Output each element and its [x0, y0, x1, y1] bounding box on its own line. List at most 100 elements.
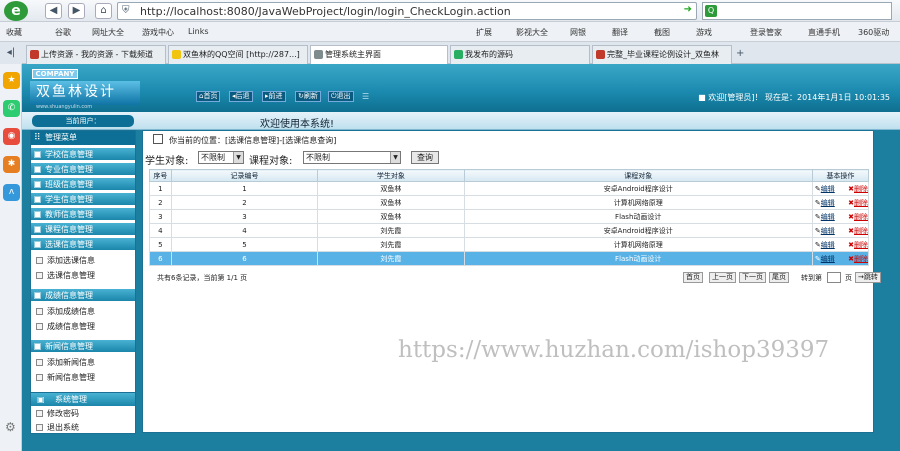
app-header: COMPANY 双鱼林设计 www.shuangyulin.com ⌂首页 ◂后… — [22, 64, 900, 112]
forward-icon[interactable]: ▶ — [68, 3, 85, 19]
forward-button[interactable]: ▸前进 — [262, 91, 286, 102]
menu-section-score[interactable]: 成绩信息管理 — [31, 289, 135, 302]
row-actions: ✎编辑 ✖删除 — [811, 209, 870, 224]
menu-section-system[interactable]: ▣ 系统管理 — [31, 393, 135, 406]
menu-section-label: 教师信息管理 — [45, 210, 93, 219]
game-icon[interactable]: ✱ — [3, 156, 20, 173]
refresh-button[interactable]: ↻刷新 — [295, 91, 321, 102]
tool-item[interactable]: 翻译 — [612, 27, 628, 38]
fav-item[interactable]: 谷歌 — [55, 27, 71, 38]
go-icon[interactable]: ➜ — [684, 4, 692, 15]
address-bar[interactable]: ⛨ http://localhost:8080/JavaWebProject/l… — [117, 2, 697, 20]
last-page-button[interactable]: 尾页 — [769, 272, 789, 283]
table-row[interactable]: 1 1 双鱼林 安卓Android程序设计 ✎编辑 ✖删除 — [149, 181, 870, 196]
tab-bar: 上传资源 - 我的资源 - 下载频道 双鱼林的QQ空间 [http://287.… — [22, 42, 900, 64]
tool-item[interactable]: 直通手机 — [808, 27, 840, 38]
menu-item-manage-score[interactable]: 成绩信息管理 — [31, 319, 135, 334]
fav-item[interactable]: Links — [188, 27, 209, 36]
table-cell: 3 — [170, 209, 319, 224]
menu-item-label: 选课信息管理 — [47, 271, 95, 280]
tool-item[interactable]: 截图 — [654, 27, 670, 38]
menu-item-manage-news[interactable]: 新闻信息管理 — [31, 370, 135, 385]
table-cell: 2 — [149, 195, 172, 210]
menu-item-add-news[interactable]: 添加新闻信息 — [31, 355, 135, 370]
address-text: http://localhost:8080/JavaWebProject/log… — [140, 5, 511, 18]
search-box[interactable]: Q — [702, 2, 892, 20]
table-cell: 1 — [149, 181, 172, 196]
home-icon[interactable]: ⌂ — [95, 3, 112, 19]
menu-section-label: 学校信息管理 — [45, 150, 93, 159]
row-actions: ✎编辑 ✖删除 — [811, 223, 870, 238]
menu-item-add-selection[interactable]: 添加选课信息 — [31, 253, 135, 268]
menu-section-school[interactable]: 学校信息管理 — [31, 148, 135, 161]
delete-link[interactable]: 删除 — [854, 241, 868, 249]
table-row[interactable]: 6 6 刘先霞 Flash动画设计 ✎编辑 ✖删除 — [149, 251, 870, 266]
menu-item-logout[interactable]: 退出系统 — [31, 420, 135, 435]
delete-link[interactable]: 删除 — [854, 213, 868, 221]
edit-link[interactable]: 编辑 — [821, 255, 835, 263]
menu-section-major[interactable]: 专业信息管理 — [31, 163, 135, 176]
edit-link[interactable]: 编辑 — [821, 227, 835, 235]
settings-gear-icon[interactable]: ⚙ — [5, 420, 16, 434]
menu-section-class[interactable]: 班级信息管理 — [31, 178, 135, 191]
next-page-button[interactable]: 下一页 — [739, 272, 766, 283]
menu-section-course[interactable]: 课程信息管理 — [31, 223, 135, 236]
tool-item[interactable]: 游戏 — [696, 27, 712, 38]
app-window: COMPANY 双鱼林设计 www.shuangyulin.com ⌂首页 ◂后… — [22, 64, 900, 451]
refresh-button-label: 刷新 — [303, 92, 318, 100]
tool-item[interactable]: 登录管家 — [750, 27, 782, 38]
prev-page-button[interactable]: 上一页 — [709, 272, 736, 283]
table-row[interactable]: 4 4 刘先霞 安卓Android程序设计 ✎编辑 ✖删除 — [149, 223, 870, 238]
menu-item-add-score[interactable]: 添加成绩信息 — [31, 304, 135, 319]
tool-item[interactable]: 影视大全 — [516, 27, 548, 38]
table-row[interactable]: 3 3 双鱼林 Flash动画设计 ✎编辑 ✖删除 — [149, 209, 870, 224]
menu-section-teacher[interactable]: 教师信息管理 — [31, 208, 135, 221]
delete-link[interactable]: 删除 — [854, 255, 868, 263]
fav-item[interactable]: 收藏 — [6, 27, 22, 38]
table-row[interactable]: 2 2 双鱼林 计算机网络原理 ✎编辑 ✖删除 — [149, 195, 870, 210]
page-icon — [36, 359, 43, 366]
fav-item[interactable]: 网址大全 — [92, 27, 124, 38]
table-row[interactable]: 5 5 刘先霞 计算机网络原理 ✎编辑 ✖删除 — [149, 237, 870, 252]
menu-item-change-password[interactable]: 修改密码 — [31, 406, 135, 421]
go-page-button[interactable]: →跳转 — [855, 272, 881, 283]
delete-link[interactable]: 删除 — [854, 185, 868, 193]
back-button[interactable]: ◂后退 — [229, 91, 253, 102]
browser-sidebar: ★ ✆ ◉ ✱ ᴧ ⚙ — [0, 64, 22, 451]
student-filter-select[interactable]: 不限制 ▼ — [198, 151, 244, 164]
edit-link[interactable]: 编辑 — [821, 213, 835, 221]
page-number-input[interactable] — [827, 272, 841, 283]
fav-item[interactable]: 游戏中心 — [142, 27, 174, 38]
menu-item-manage-selection[interactable]: 选课信息管理 — [31, 268, 135, 283]
first-page-button[interactable]: 首页 — [683, 272, 703, 283]
app-icon[interactable]: ᴧ — [3, 184, 20, 201]
home-button[interactable]: ⌂首页 — [196, 91, 221, 102]
browser-tab[interactable]: 我发布的源码 — [450, 45, 590, 64]
tool-item[interactable]: 扩展 — [476, 27, 492, 38]
browser-tab-active[interactable]: 管理系统主界面 — [310, 45, 448, 64]
course-filter-select[interactable]: 不限制 ▼ — [303, 151, 401, 164]
edit-link[interactable]: 编辑 — [821, 241, 835, 249]
tool-item[interactable]: 网银 — [570, 27, 586, 38]
chat-icon[interactable]: ✆ — [3, 100, 20, 117]
delete-link[interactable]: 删除 — [854, 199, 868, 207]
menu-section-student[interactable]: 学生信息管理 — [31, 193, 135, 206]
browser-tab[interactable]: 上传资源 - 我的资源 - 下载频道 — [26, 45, 166, 64]
logout-button[interactable]: ⏻退出 — [328, 91, 354, 102]
back-icon[interactable]: ◀ — [45, 3, 62, 19]
browser-tab[interactable]: 双鱼林的QQ空间 [http://287...] — [168, 45, 308, 64]
query-button[interactable]: 查询 — [411, 151, 439, 164]
sidebar-toggle-icon[interactable]: ◂| — [0, 42, 22, 64]
menu-section-selection[interactable]: 选课信息管理 — [31, 238, 135, 251]
tool-item[interactable]: 360驱动 — [858, 27, 889, 38]
edit-link[interactable]: 编辑 — [821, 185, 835, 193]
new-tab-icon[interactable]: + — [736, 48, 744, 59]
browser-tab[interactable]: 完整_毕业课程论例设计_双鱼林 — [592, 45, 732, 64]
weibo-icon[interactable]: ◉ — [3, 128, 20, 145]
star-icon[interactable]: ★ — [3, 72, 20, 89]
tab-label: 上传资源 - 我的资源 - 下载频道 — [41, 50, 153, 59]
menu-title-text: 管理菜单 — [45, 133, 77, 142]
menu-section-news[interactable]: 新闻信息管理 — [31, 340, 135, 353]
edit-link[interactable]: 编辑 — [821, 199, 835, 207]
delete-link[interactable]: 删除 — [854, 227, 868, 235]
